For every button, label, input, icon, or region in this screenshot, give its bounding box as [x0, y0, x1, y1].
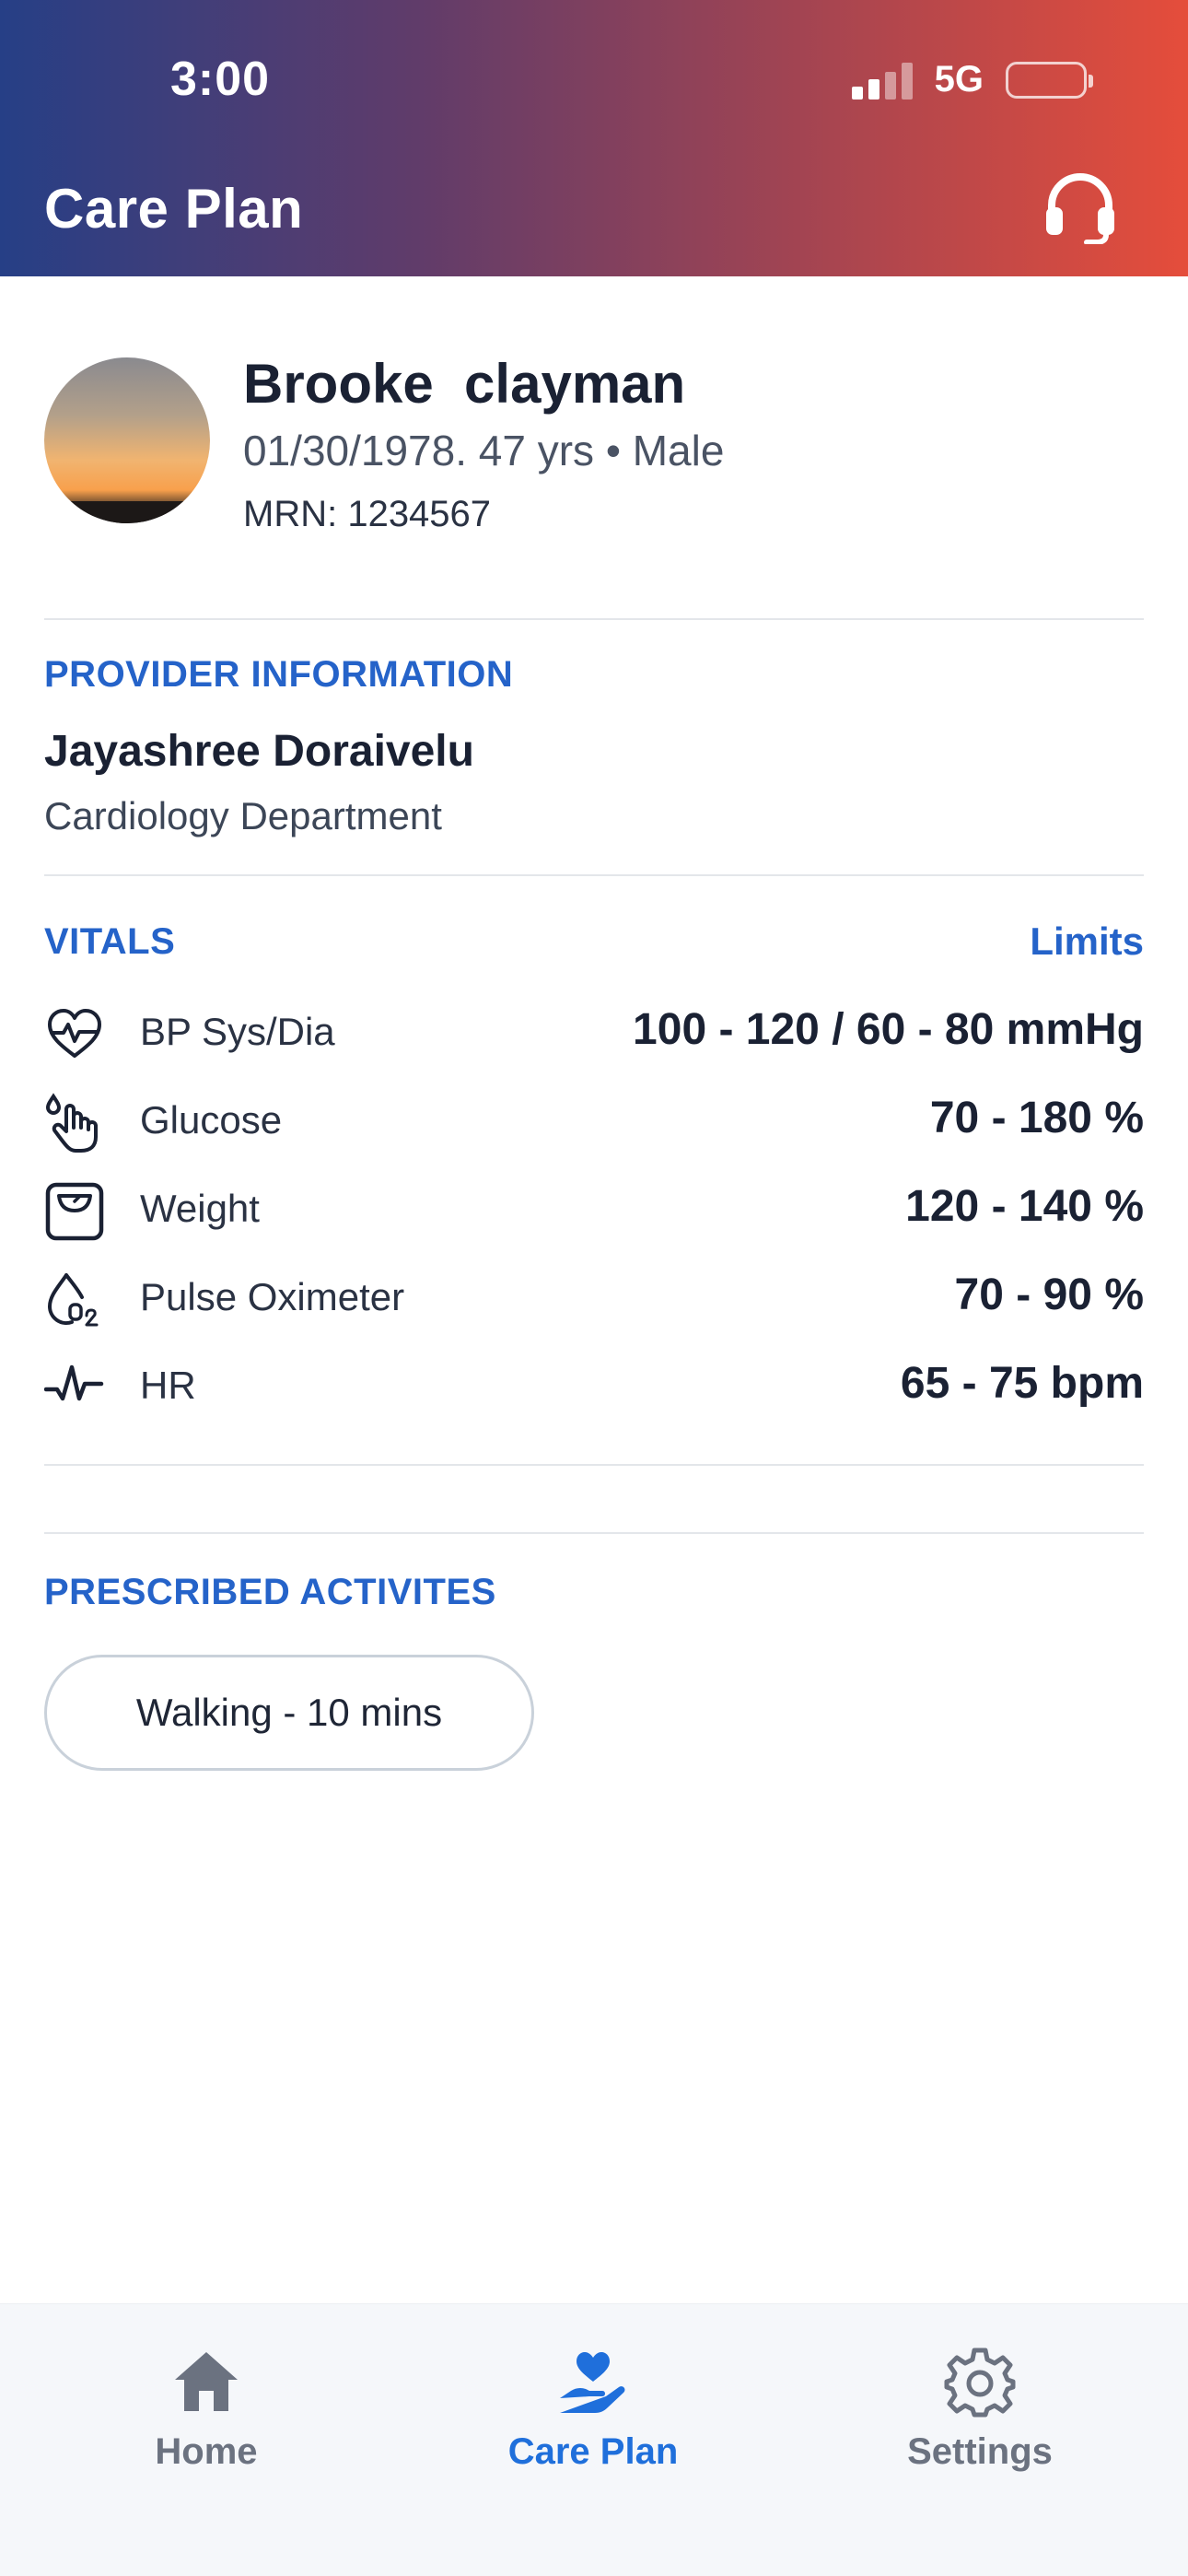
vital-label: Weight [140, 1187, 260, 1230]
page-title: Care Plan [44, 178, 304, 240]
vital-row-pulse-oximeter: Pulse Oximeter 70 - 90 % [44, 1266, 1144, 1330]
tab-home-label: Home [155, 2431, 258, 2472]
divider [44, 618, 1144, 620]
vital-label: Glucose [140, 1098, 283, 1142]
gear-icon [944, 2348, 1016, 2418]
activities-section-label: PRESCRIBED ACTIVITES [44, 1572, 496, 1612]
support-headset-icon[interactable] [1044, 170, 1116, 244]
divider [44, 1464, 1144, 1466]
tab-settings[interactable]: Settings [842, 2345, 1118, 2492]
limits-link[interactable]: Limits [1030, 919, 1144, 964]
provider-department: Cardiology Department [44, 794, 442, 837]
finger-drop-icon [45, 1093, 98, 1153]
battery-icon [1006, 61, 1093, 99]
vital-label: Pulse Oximeter [140, 1275, 405, 1318]
vital-label: HR [140, 1364, 196, 1407]
vital-limit-value: 65 - 75 bpm [900, 1359, 1144, 1408]
vital-limit-value: 120 - 140 % [905, 1182, 1144, 1231]
vital-label: BP Sys/Dia [140, 1010, 335, 1053]
status-time: 3:00 [170, 53, 271, 106]
bottom-tab-bar: Home Care Plan Settings [0, 2303, 1188, 2576]
divider [44, 874, 1144, 876]
tab-care-plan[interactable]: Care Plan [455, 2345, 731, 2492]
vital-limit-value: 100 - 120 / 60 - 80 mmHg [633, 1005, 1144, 1054]
o2-drop-icon [47, 1273, 99, 1327]
home-icon [175, 2352, 238, 2411]
provider-section-label: PROVIDER INFORMATION [44, 654, 514, 695]
heartbeat-line-icon [44, 1364, 104, 1401]
vital-row-weight: Weight 120 - 140 % [44, 1177, 1144, 1242]
tab-care-plan-label: Care Plan [507, 2431, 679, 2472]
vital-row-glucose: Glucose 70 - 180 % [44, 1089, 1144, 1153]
app-header: 3:00 5G Care Plan [0, 0, 1188, 276]
hand-heart-icon [560, 2352, 625, 2413]
tab-settings-label: Settings [907, 2431, 1053, 2472]
patient-name: Brooke clayman [243, 353, 686, 415]
patient-card: Brooke clayman 01/30/1978. 47 yrs • Male… [44, 353, 1144, 542]
heart-pulse-icon [48, 1009, 101, 1058]
divider [44, 1532, 1144, 1534]
tab-home[interactable]: Home [68, 2345, 344, 2492]
patient-mrn: MRN: 1234567 [243, 494, 492, 534]
vital-limit-value: 70 - 180 % [929, 1094, 1144, 1142]
vital-row-bp: BP Sys/Dia 100 - 120 / 60 - 80 mmHg [44, 1001, 1144, 1065]
scale-icon [45, 1182, 104, 1241]
vital-row-hr: HR 65 - 75 bpm [44, 1354, 1144, 1419]
vitals-section-label: VITALS [44, 921, 176, 962]
network-type: 5G [934, 59, 984, 100]
vital-limit-value: 70 - 90 % [954, 1270, 1144, 1319]
provider-name: Jayashree Doraivelu [44, 727, 474, 776]
patient-dob-age-gender: 01/30/1978. 47 yrs • Male [243, 427, 725, 474]
cellular-signal-icon [851, 61, 913, 100]
patient-avatar [44, 357, 210, 523]
status-indicators: 5G [851, 59, 1093, 100]
activity-chip[interactable]: Walking - 10 mins [44, 1655, 534, 1771]
